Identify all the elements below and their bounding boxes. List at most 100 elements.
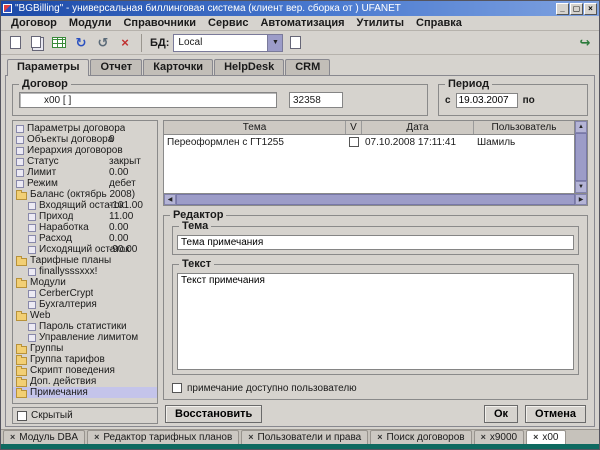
period-to-label: по: [523, 95, 535, 106]
bottom-tab-x9000[interactable]: ×x9000: [474, 430, 525, 444]
table-horizontal-scrollbar[interactable]: ◀ ▶: [163, 194, 588, 206]
tree-item-modules[interactable]: Модули: [13, 277, 157, 288]
tab-report[interactable]: Отчет: [90, 59, 142, 75]
tree-item-tariff-plan[interactable]: finallysssxxx!: [13, 266, 157, 277]
note-text-input[interactable]: Текст примечания: [177, 273, 574, 370]
tree-item-incoming-balance[interactable]: Входящий остаток-101.00: [13, 200, 157, 211]
tree-item-expense[interactable]: Расход0.00: [13, 233, 157, 244]
tree-item-extra-actions[interactable]: Доп. действия: [13, 376, 157, 387]
bottom-tab-x00[interactable]: × x00: [526, 430, 565, 444]
tree-item-contract-hierarchy[interactable]: Иерархия договоров: [13, 145, 157, 156]
close-button[interactable]: ×: [584, 3, 597, 15]
tree-item-value: дебет: [109, 178, 136, 189]
tree-item-accounting[interactable]: Бухгалтерия: [13, 299, 157, 310]
menu-item-automation[interactable]: Автоматизация: [254, 17, 350, 29]
scroll-down-icon[interactable]: ▼: [575, 181, 587, 193]
bottom-tab-label: Модуль DBA: [19, 432, 78, 443]
menu-item-modules[interactable]: Модули: [63, 17, 118, 29]
delete-icon[interactable]: ×: [115, 33, 135, 53]
refresh-icon[interactable]: ↻: [71, 33, 91, 53]
contract-number-field[interactable]: 32358: [289, 92, 343, 108]
column-header-checked[interactable]: V: [346, 121, 362, 134]
maximize-button[interactable]: ▢: [570, 3, 583, 15]
scroll-left-icon[interactable]: ◀: [164, 194, 176, 205]
tree-item-label: Параметры договора: [27, 123, 125, 134]
tree-item-status[interactable]: Статусзакрыт: [13, 156, 157, 167]
close-icon[interactable]: ×: [248, 433, 253, 442]
db-select[interactable]: Local ▼: [173, 34, 283, 52]
document-icon: [28, 301, 36, 309]
bottom-tab-label: Поиск договоров: [387, 432, 465, 443]
scroll-up-icon[interactable]: ▲: [575, 121, 587, 133]
bottom-tab-dba-module[interactable]: × Модуль DBA: [3, 430, 85, 444]
tree-item-contract-params[interactable]: Параметры договора: [13, 123, 157, 134]
table-vertical-scrollbar[interactable]: ▲ ▼: [574, 121, 587, 193]
editor-group: Редактор Тема Текст Текст примечания при…: [163, 215, 588, 400]
tree-item-contract-objects[interactable]: Объекты договора0: [13, 134, 157, 145]
menu-item-help[interactable]: Справка: [410, 17, 468, 29]
column-header-date[interactable]: Дата: [362, 121, 474, 134]
tab-parameters[interactable]: Параметры: [7, 59, 89, 75]
left-column: Параметры договора Объекты договора0 Иер…: [12, 120, 158, 424]
close-icon[interactable]: ×: [481, 433, 486, 442]
column-header-user[interactable]: Пользователь: [474, 121, 574, 134]
tab-crm[interactable]: CRM: [285, 59, 330, 75]
page-glyph: [10, 36, 21, 49]
cancel-button[interactable]: Отмена: [525, 405, 586, 423]
tree-item-notes[interactable]: Примечания: [13, 387, 157, 398]
tree-item-label: Группы: [30, 343, 63, 354]
exit-icon[interactable]: ↪: [575, 33, 595, 53]
tree-item-cerbercrypt[interactable]: CerberCrypt: [13, 288, 157, 299]
row-checkbox[interactable]: [349, 137, 359, 147]
page-glyph: [290, 36, 301, 49]
menu-item-directories[interactable]: Справочники: [117, 17, 202, 29]
note-theme-input[interactable]: [177, 235, 574, 250]
close-icon[interactable]: ×: [377, 433, 382, 442]
column-header-theme[interactable]: Тема: [164, 121, 346, 134]
bottom-tab-tariff-editor[interactable]: ×Редактор тарифных планов: [87, 430, 239, 444]
close-icon[interactable]: ×: [533, 433, 538, 442]
horizontal-scroll-thumb[interactable]: [176, 194, 575, 205]
tree-item-web[interactable]: Web: [13, 310, 157, 321]
contract-title-field[interactable]: x00 [ ]: [19, 92, 277, 108]
sync-icon[interactable]: ↺: [93, 33, 113, 53]
menu-item-utilities[interactable]: Утилиты: [351, 17, 411, 29]
bottom-tab-users-rights[interactable]: ×Пользователи и права: [241, 430, 368, 444]
tab-cards[interactable]: Карточки: [143, 59, 213, 75]
menu-item-contract[interactable]: Договор: [5, 17, 63, 29]
tree-item-income[interactable]: Приход11.00: [13, 211, 157, 222]
documents-icon[interactable]: [27, 33, 47, 53]
hidden-checkbox[interactable]: [17, 411, 27, 421]
tree-item-tariff-plans[interactable]: Тарифные планы: [13, 255, 157, 266]
tree-item-stats-password[interactable]: Пароль статистики: [13, 321, 157, 332]
tree-item-groups[interactable]: Группы: [13, 343, 157, 354]
minimize-button[interactable]: _: [556, 3, 569, 15]
contract-tree: Параметры договора Объекты договора0 Иер…: [12, 120, 158, 404]
report-icon[interactable]: [285, 33, 305, 53]
folder-icon: [16, 192, 27, 200]
new-document-icon[interactable]: [5, 33, 25, 53]
scroll-right-icon[interactable]: ▶: [575, 194, 587, 205]
tree-item-limit[interactable]: Лимит0.00: [13, 167, 157, 178]
menu-item-service[interactable]: Сервис: [202, 17, 254, 29]
period-from-input[interactable]: [456, 93, 518, 108]
tree-item-outgoing-balance[interactable]: Исходящий остаток-90.00: [13, 244, 157, 255]
tree-item-tariff-group[interactable]: Группа тарифов: [13, 354, 157, 365]
ok-button[interactable]: Ок: [484, 405, 518, 423]
document-icon: [16, 169, 24, 177]
close-icon[interactable]: ×: [10, 433, 15, 442]
tree-item-behavior-script[interactable]: Скрипт поведения: [13, 365, 157, 376]
bottom-tab-label: x00: [542, 432, 558, 443]
tree-item-balance[interactable]: Баланс (октябрь 2008): [13, 189, 157, 200]
bottom-tab-contract-search[interactable]: × Поиск договоров: [370, 430, 471, 444]
table-icon[interactable]: [49, 33, 69, 53]
note-visible-checkbox[interactable]: [172, 383, 182, 393]
tree-item-mode[interactable]: Режимдебет: [13, 178, 157, 189]
vertical-scroll-thumb[interactable]: [575, 133, 587, 181]
table-row[interactable]: Переоформлен с ГТ1255 07.10.2008 17:11:4…: [164, 135, 574, 149]
tree-item-accrued[interactable]: Наработка0.00: [13, 222, 157, 233]
tab-helpdesk[interactable]: HelpDesk: [214, 59, 284, 75]
tree-item-limit-management[interactable]: Управление лимитом: [13, 332, 157, 343]
close-icon[interactable]: ×: [94, 433, 99, 442]
restore-button[interactable]: Восстановить: [165, 405, 262, 423]
